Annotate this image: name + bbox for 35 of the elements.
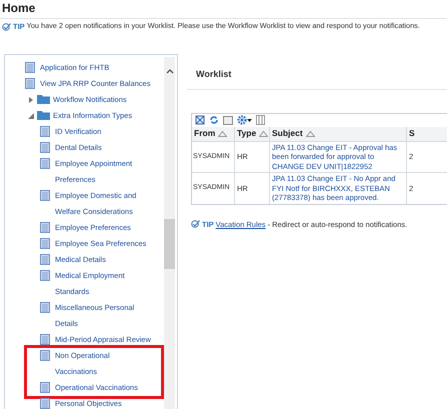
page-icon (40, 302, 50, 314)
page-icon (40, 398, 50, 409)
collapsed-triangle-icon[interactable] (28, 97, 34, 104)
page-icon (40, 222, 50, 234)
page-icon (40, 126, 50, 138)
columns-icon[interactable] (256, 115, 265, 126)
expanded-triangle-icon[interactable] (28, 113, 34, 120)
scrollbar[interactable] (164, 57, 175, 409)
page-icon (40, 382, 50, 394)
folder-icon (37, 110, 50, 120)
check-icon (191, 220, 200, 228)
settings-icon[interactable] (237, 115, 252, 126)
page-icon (40, 270, 50, 282)
page-icon (25, 62, 35, 74)
page-icon (40, 238, 50, 250)
page-icon (40, 254, 50, 266)
window-icon[interactable] (223, 116, 233, 125)
page-title: Home (1, 0, 36, 16)
scroll-up-icon[interactable] (166, 68, 174, 74)
page-icon (40, 142, 50, 154)
sort-icon[interactable] (218, 130, 228, 137)
sort-icon[interactable] (259, 130, 268, 137)
page-icon (40, 334, 50, 346)
check-icon (2, 22, 11, 31)
refresh-icon[interactable] (209, 115, 219, 126)
page-icon (25, 78, 35, 90)
detach-icon[interactable] (195, 115, 205, 126)
scrollbar-thumb[interactable] (164, 219, 175, 270)
page-icon (40, 190, 50, 202)
sort-icon[interactable] (306, 130, 315, 137)
page-icon (40, 350, 50, 362)
folder-icon (37, 94, 50, 104)
column-header[interactable]: S (409, 127, 415, 140)
page-icon (40, 158, 50, 170)
worklist-title: Worklist (196, 68, 232, 82)
